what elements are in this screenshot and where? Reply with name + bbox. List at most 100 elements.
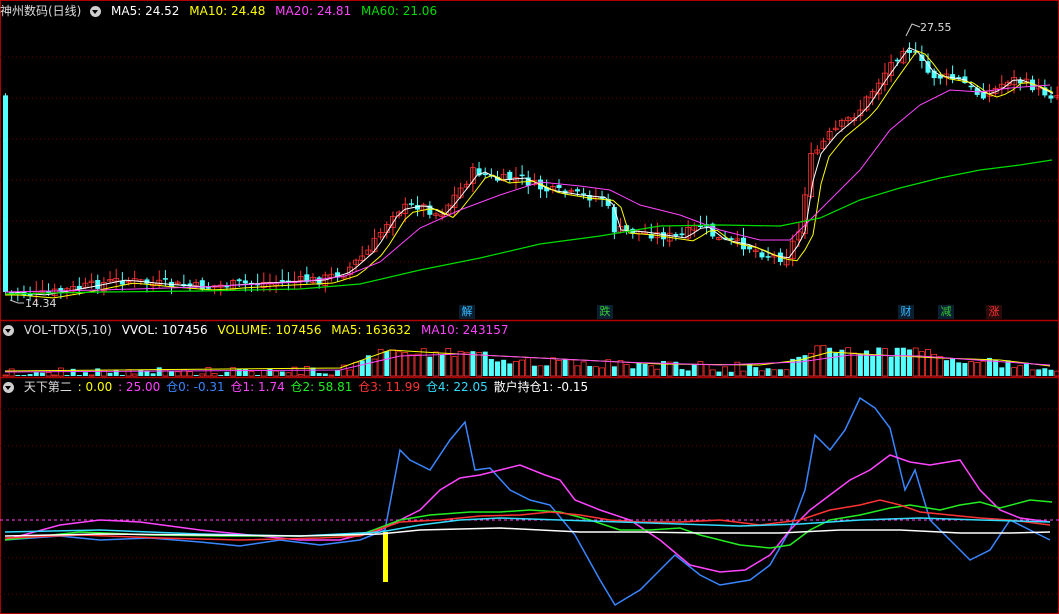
volume-bar [1017, 365, 1024, 377]
volume-bar [1048, 369, 1054, 376]
low-marker [9, 299, 24, 304]
candle-body [759, 252, 765, 258]
candle-body [907, 49, 913, 53]
volume-bar [876, 347, 882, 376]
volume-bar [968, 361, 974, 377]
cang0-line [4, 396, 1051, 607]
price-panel-header: 神州数码(日线) MA5: 24.52 MA10: 24.48 MA20: 24… [0, 2, 443, 20]
volume-bar [427, 356, 433, 376]
volume-bar [851, 352, 858, 377]
volume-bar [384, 351, 390, 376]
volume-bar [642, 363, 648, 376]
candle-body [919, 54, 925, 61]
volume-bar [513, 361, 519, 377]
volume-bar [691, 364, 697, 376]
ma5-label: MA5: 24.52 [111, 4, 180, 18]
candle-body [519, 174, 525, 177]
high-marker [905, 23, 921, 37]
volume-bar [156, 367, 162, 376]
volume-bar [912, 347, 919, 377]
volume-bar [1023, 362, 1029, 376]
ma20-label: MA20: 24.81 [275, 4, 352, 18]
volume-bar [273, 370, 280, 377]
volume-bar [845, 347, 851, 377]
candle-body [242, 280, 248, 284]
ma20-line [4, 84, 1051, 293]
candle-body [980, 92, 986, 99]
volume-bar [119, 374, 125, 376]
volume-bar [636, 363, 642, 376]
volume-bar [285, 372, 292, 377]
settings-dropdown-icon[interactable] [90, 6, 102, 17]
volume-bar [353, 361, 359, 377]
volume-bar [900, 347, 906, 376]
volume-bar [64, 375, 70, 376]
volume-bar [568, 359, 575, 377]
volume-bar [679, 369, 685, 376]
volume-bar [870, 356, 876, 376]
vol-ma10-label: MA10: 243157 [420, 323, 509, 337]
volume-bar [907, 349, 913, 376]
volume-bar [8, 368, 15, 377]
volume-bar [138, 369, 144, 376]
candle-body [679, 233, 685, 236]
event-tag-jian[interactable]: 减 [938, 305, 954, 319]
volume-bar [857, 353, 863, 376]
volume-bar [703, 363, 710, 377]
ma5-line [4, 47, 1054, 296]
volume-bar [322, 373, 328, 376]
volume-panel-header: VOL-TDX(5,10) VVOL: 107456 VOLUME: 10745… [0, 321, 514, 339]
volume-bar [501, 359, 507, 376]
volume-bar [248, 371, 255, 377]
volume-bar [765, 368, 771, 376]
volume-bar [599, 367, 605, 377]
volume-bar [224, 371, 230, 376]
volume-bar [346, 369, 353, 377]
vol-ma5-label: MA5: 163632 [331, 323, 412, 337]
event-tag-jie[interactable]: 解 [459, 305, 475, 319]
volume-bar [218, 375, 224, 376]
volume-bar [408, 354, 415, 377]
volume-bar [685, 370, 691, 376]
volume-bar [888, 356, 894, 376]
volume-bar [783, 369, 790, 377]
event-tag-cai[interactable]: 财 [898, 305, 914, 319]
yellow-signal-bar [383, 532, 388, 582]
volume-bar [150, 373, 156, 376]
volume-bar [562, 359, 568, 376]
volume-bar [174, 371, 181, 377]
ind-zero-label: : 0.00 [77, 380, 113, 394]
volume-bar [15, 375, 21, 376]
ma60-label: MA60: 21.06 [361, 4, 438, 18]
volume-bar [279, 371, 285, 376]
volume-bar [433, 351, 439, 377]
indicator-panel-header: 天下第二 : 0.00 : 25.00 仓0: -0.31 仓1: 1.74 仓… [0, 378, 594, 396]
volume-bar [33, 372, 39, 376]
event-tag-zhang[interactable]: 涨 [986, 305, 1002, 319]
candle-body [765, 256, 771, 258]
indicator-dropdown-icon[interactable] [3, 382, 14, 393]
volume-bar [310, 367, 316, 376]
high-price-label: 27.55 [920, 21, 952, 34]
cang4-label: 仓4: 22.05 [425, 380, 488, 394]
event-tag-die[interactable]: 跌 [597, 305, 613, 319]
candle-body [95, 280, 101, 289]
volume-bar [495, 361, 500, 376]
volume-bar [211, 373, 218, 377]
volume-bar [2, 374, 9, 377]
volume-dropdown-icon[interactable] [3, 325, 14, 336]
candle-body [199, 280, 205, 290]
volume-bar [260, 370, 267, 377]
volume-bar [1036, 369, 1042, 376]
volume-bar [820, 344, 827, 377]
candle-body [968, 85, 974, 88]
volume-bar [21, 375, 27, 376]
vvol-label: VVOL: 107456 [121, 323, 208, 337]
volume-bar [169, 371, 175, 376]
ind-25-label: : 25.00 [118, 380, 161, 394]
volume-bar [759, 370, 765, 377]
ma10-label: MA10: 24.48 [189, 4, 266, 18]
volume-bar [420, 348, 427, 377]
candle-body [611, 207, 617, 233]
volume-bar [943, 360, 949, 376]
